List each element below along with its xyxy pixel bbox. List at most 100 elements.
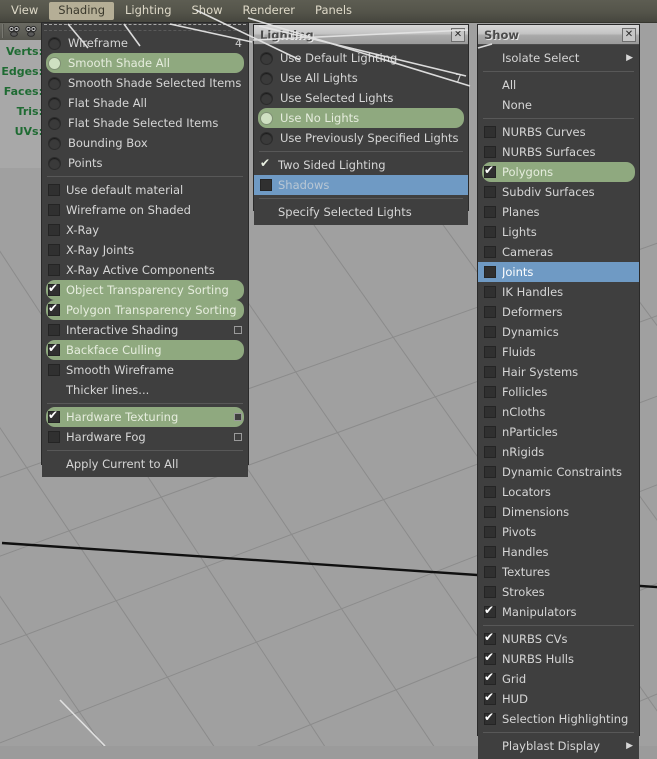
checkbox-unchecked-icon[interactable] xyxy=(484,586,496,598)
menubar-item-lighting[interactable]: Lighting xyxy=(116,2,180,20)
checkbox-unchecked-icon[interactable] xyxy=(48,244,60,256)
checkbox-unchecked-icon[interactable] xyxy=(484,366,496,378)
viewport-menubar[interactable]: View Shading Lighting Show Renderer Pane… xyxy=(0,0,657,23)
camera-two-icon[interactable] xyxy=(24,24,38,38)
menu-item-use-default-lighting[interactable]: Use Default Lighting xyxy=(254,48,468,68)
checkbox-unchecked-icon[interactable] xyxy=(484,286,496,298)
menu-item-use-no-lights[interactable]: Use No Lights xyxy=(258,108,464,128)
shading-dropdown-menu[interactable]: Wireframe 4 Smooth Shade All Smooth Shade S… xyxy=(41,22,249,477)
menu-item-strokes[interactable]: Strokes xyxy=(478,582,639,602)
menu-item-use-selected-lights[interactable]: Use Selected Lights xyxy=(254,88,468,108)
menu-item-all[interactable]: All xyxy=(478,75,639,95)
checkbox-unchecked-icon[interactable] xyxy=(484,186,496,198)
checkbox-checked-icon[interactable] xyxy=(484,670,496,685)
lighting-panel-titlebar[interactable]: Lighting ✕ xyxy=(254,25,468,45)
checkbox-unchecked-icon[interactable] xyxy=(484,266,496,278)
menu-item-dimensions[interactable]: Dimensions xyxy=(478,502,639,522)
show-panel-titlebar[interactable]: Show ✕ xyxy=(478,25,639,45)
checkbox-unchecked-icon[interactable] xyxy=(484,126,496,138)
checkbox-unchecked-icon[interactable] xyxy=(484,326,496,338)
menu-item-nurbs-surfaces[interactable]: NURBS Surfaces xyxy=(478,142,639,162)
menu-item-shadows[interactable]: Shadows xyxy=(254,175,468,195)
checkbox-unchecked-icon[interactable] xyxy=(484,426,496,438)
checkbox-unchecked-icon[interactable] xyxy=(484,506,496,518)
menu-item-nparticles[interactable]: nParticles xyxy=(478,422,639,442)
menu-item-lights[interactable]: Lights xyxy=(478,222,639,242)
camera-icon[interactable] xyxy=(7,24,21,38)
menu-item-nurbs-cvs[interactable]: NURBS CVs xyxy=(478,629,639,649)
checkbox-unchecked-icon[interactable] xyxy=(484,546,496,558)
menu-item-nrigids[interactable]: nRigids xyxy=(478,442,639,462)
radio-off-icon[interactable] xyxy=(48,116,61,130)
checkbox-unchecked-icon[interactable] xyxy=(48,204,60,216)
menu-item-flat-shade-selected-items[interactable]: Flat Shade Selected Items xyxy=(42,113,248,133)
checkbox-checked-icon[interactable] xyxy=(484,710,496,725)
menu-item-smooth-shade-selected-items[interactable]: Smooth Shade Selected Items xyxy=(42,73,248,93)
checkbox-unchecked-icon[interactable] xyxy=(484,146,496,158)
checkbox-unchecked-icon[interactable] xyxy=(48,224,60,236)
menu-item-apply-current-to-all[interactable]: Apply Current to All xyxy=(42,454,248,474)
menu-item-hud[interactable]: HUD xyxy=(478,689,639,709)
checkbox-checked-icon[interactable] xyxy=(48,408,60,423)
checkbox-unchecked-icon[interactable] xyxy=(48,431,60,443)
menu-item-x-ray-active-components[interactable]: X-Ray Active Components xyxy=(42,260,248,280)
menu-item-smooth-wireframe[interactable]: Smooth Wireframe xyxy=(42,360,248,380)
menu-item-ncloths[interactable]: nCloths xyxy=(478,402,639,422)
checkbox-checked-icon[interactable] xyxy=(484,163,496,178)
option-box-icon[interactable] xyxy=(234,433,242,441)
menu-tearoff-handle[interactable] xyxy=(44,24,246,31)
checkbox-unchecked-icon[interactable] xyxy=(48,324,60,336)
radio-off-icon[interactable] xyxy=(48,36,61,50)
menu-item-deformers[interactable]: Deformers xyxy=(478,302,639,322)
menu-item-textures[interactable]: Textures xyxy=(478,562,639,582)
menu-item-pivots[interactable]: Pivots xyxy=(478,522,639,542)
menu-item-cameras[interactable]: Cameras xyxy=(478,242,639,262)
checkmark-icon[interactable] xyxy=(260,156,272,171)
show-torn-off-menu[interactable]: Show ✕ Isolate Select ▶ All None NURBS Curve… xyxy=(477,24,640,759)
menu-item-two-sided-lighting[interactable]: Two Sided Lighting xyxy=(254,155,468,175)
menu-item-use-default-material[interactable]: Use default material xyxy=(42,180,248,200)
close-icon[interactable]: ✕ xyxy=(622,27,636,42)
checkbox-unchecked-icon[interactable] xyxy=(484,346,496,358)
checkbox-checked-icon[interactable] xyxy=(484,650,496,665)
menu-item-ik-handles[interactable]: IK Handles xyxy=(478,282,639,302)
menu-item-nurbs-curves[interactable]: NURBS Curves xyxy=(478,122,639,142)
menu-item-smooth-shade-all[interactable]: Smooth Shade All xyxy=(46,53,244,73)
checkbox-unchecked-icon[interactable] xyxy=(484,226,496,238)
radio-off-icon[interactable] xyxy=(48,156,61,170)
radio-off-icon[interactable] xyxy=(48,76,61,90)
checkbox-unchecked-icon[interactable] xyxy=(484,566,496,578)
checkbox-unchecked-icon[interactable] xyxy=(48,184,60,196)
menu-item-x-ray[interactable]: X-Ray xyxy=(42,220,248,240)
menu-item-grid[interactable]: Grid xyxy=(478,669,639,689)
menu-item-hair-systems[interactable]: Hair Systems xyxy=(478,362,639,382)
checkbox-checked-icon[interactable] xyxy=(48,301,60,316)
menu-item-flat-shade-all[interactable]: Flat Shade All xyxy=(42,93,248,113)
menu-item-selection-highlighting[interactable]: Selection Highlighting xyxy=(478,709,639,729)
menu-item-none[interactable]: None xyxy=(478,95,639,115)
menu-item-hardware-fog[interactable]: Hardware Fog xyxy=(42,427,248,447)
menubar-item-shading[interactable]: Shading xyxy=(49,2,115,20)
checkbox-unchecked-icon[interactable] xyxy=(484,406,496,418)
option-box-icon[interactable] xyxy=(234,413,242,421)
menu-item-points[interactable]: Points xyxy=(42,153,248,173)
menu-item-joints[interactable]: Joints xyxy=(478,262,639,282)
radio-off-icon[interactable] xyxy=(260,51,273,65)
menu-item-backface-culling[interactable]: Backface Culling xyxy=(46,340,244,360)
menu-item-manipulators[interactable]: Manipulators xyxy=(478,602,639,622)
option-box-icon[interactable] xyxy=(234,326,242,334)
checkbox-checked-icon[interactable] xyxy=(484,690,496,705)
menu-item-use-all-lights[interactable]: Use All Lights 7 xyxy=(254,68,468,88)
menubar-item-view[interactable]: View xyxy=(2,2,47,20)
radio-off-icon[interactable] xyxy=(260,71,273,85)
checkbox-unchecked-icon[interactable] xyxy=(484,526,496,538)
radio-off-icon[interactable] xyxy=(48,96,61,110)
menu-item-handles[interactable]: Handles xyxy=(478,542,639,562)
radio-off-icon[interactable] xyxy=(260,131,273,145)
menu-item-subdiv-surfaces[interactable]: Subdiv Surfaces xyxy=(478,182,639,202)
checkbox-unchecked-icon[interactable] xyxy=(484,446,496,458)
menu-item-thicker-lines[interactable]: Thicker lines... xyxy=(42,380,248,400)
lighting-torn-off-menu[interactable]: Lighting ✕ Use Default Lighting Use All L… xyxy=(253,24,469,225)
menubar-item-show[interactable]: Show xyxy=(183,2,232,20)
menu-item-x-ray-joints[interactable]: X-Ray Joints xyxy=(42,240,248,260)
